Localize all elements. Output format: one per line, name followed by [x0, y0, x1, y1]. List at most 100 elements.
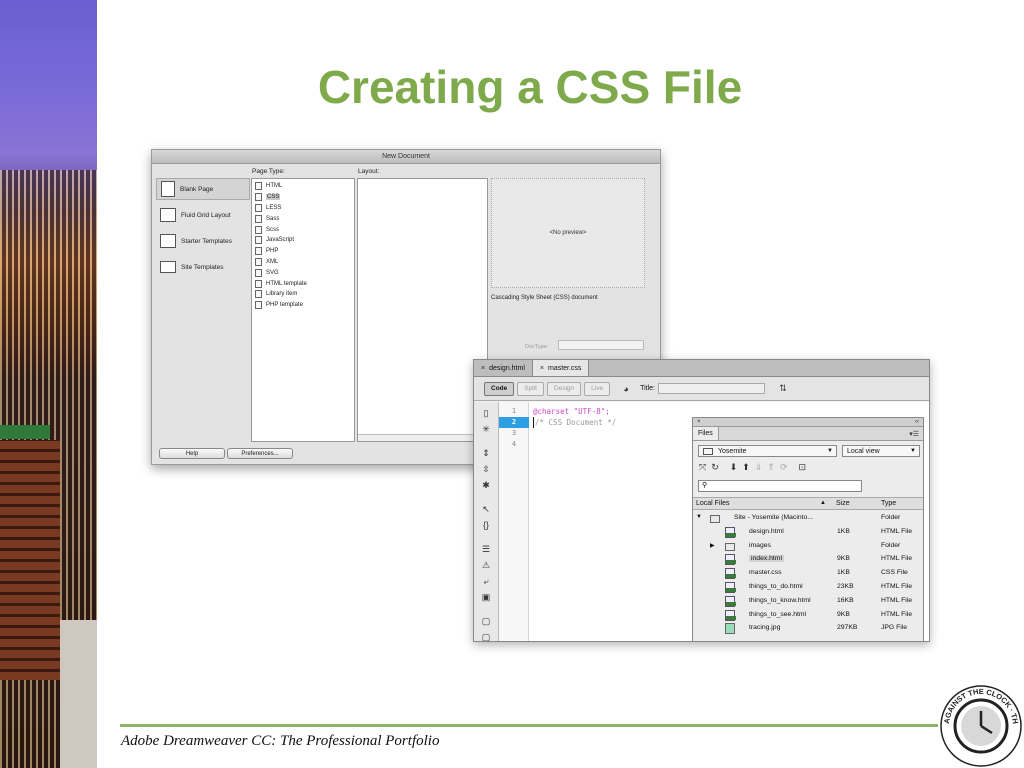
against-the-clock-logo: AGAINST THE CLOCK · THE AUTHORITY IN COM… — [938, 683, 1022, 767]
check-in-icon[interactable]: ⇑ — [767, 462, 775, 473]
preview-browser-icon[interactable]: ◕ — [619, 384, 633, 394]
expand-all-icon[interactable]: ✱ — [480, 480, 492, 491]
category-site-templates[interactable]: Site Templates — [156, 256, 250, 278]
disconnect-icon[interactable]: ⤧ — [699, 462, 706, 473]
close-icon[interactable]: × — [481, 365, 485, 372]
collapse-icon[interactable]: ‹‹ — [915, 418, 919, 426]
file-row[interactable]: design.html 1KB HTML File — [693, 526, 923, 540]
page-type-item[interactable]: HTML — [255, 181, 351, 192]
dreamweaver-file-icon — [725, 582, 736, 593]
page-type-item[interactable]: JavaScript — [255, 235, 351, 246]
live-view-button[interactable]: Live — [584, 381, 611, 396]
file-row[interactable]: ▼ Site - Yosemite (Macinto... Folder — [693, 512, 923, 526]
sort-ascending-icon[interactable]: ▲ — [820, 500, 826, 506]
view-select[interactable]: Local view ▼ — [842, 445, 920, 457]
line-number: 1 — [511, 407, 517, 415]
page-type-item[interactable]: Scss — [255, 224, 351, 235]
file-row[interactable]: things_to_do.html 23KB HTML File — [693, 581, 923, 595]
file-row[interactable]: ▶ images Folder — [693, 540, 923, 554]
design-view-button[interactable]: Design — [546, 381, 582, 396]
layout-label: Layout: — [358, 168, 380, 175]
file-name-text: index.html — [749, 555, 784, 563]
category-fluid-grid-layout[interactable]: Fluid Grid Layout — [156, 204, 250, 226]
panel-menu-icon[interactable]: ▾☰ — [909, 427, 923, 440]
column-type[interactable]: Type — [881, 500, 896, 507]
page-type-item[interactable]: CSS — [255, 192, 351, 203]
column-local-files[interactable]: Local Files — [696, 500, 729, 507]
page-type-label: Scss — [266, 226, 280, 233]
layout-list[interactable] — [357, 178, 488, 442]
site-select[interactable]: Yosemite ▼ — [698, 445, 837, 457]
tab-files[interactable]: Files — [693, 427, 719, 440]
close-icon[interactable]: × — [697, 418, 701, 426]
page-type-item[interactable]: Library item — [255, 289, 351, 300]
file-name: tracing.jpg — [749, 624, 780, 631]
close-icon[interactable]: × — [540, 365, 544, 372]
file-row[interactable]: index.html 9KB HTML File — [693, 553, 923, 567]
balance-braces-icon[interactable]: {} — [480, 520, 492, 531]
slide-title: Creating a CSS File — [317, 61, 743, 113]
page-type-list[interactable]: HTML CSS LESS Sass Scss JavaScript PHP XML SVG HT… — [251, 178, 355, 442]
code-navigator-icon[interactable]: ✳ — [480, 424, 492, 435]
doctype-label: DocType: — [525, 344, 549, 350]
line-numbers-icon[interactable]: ☰ — [480, 544, 492, 555]
syntax-coloring-icon[interactable]: ▣ — [480, 592, 492, 603]
word-wrap-icon[interactable]: ⤶ — [480, 576, 492, 587]
open-documents-icon[interactable]: ▯ — [480, 408, 492, 419]
file-row[interactable]: master.css 1KB CSS File — [693, 567, 923, 581]
dreamweaver-file-icon — [725, 568, 736, 580]
page-type-item[interactable]: XML — [255, 257, 351, 268]
category-label: Fluid Grid Layout — [181, 211, 231, 219]
file-row[interactable]: things_to_see.html 9KB HTML File — [693, 609, 923, 623]
check-out-icon[interactable]: ⇓ — [755, 462, 763, 473]
files-search-input[interactable]: ⚲ — [698, 480, 862, 492]
layout-horizontal-scrollbar[interactable] — [358, 434, 487, 441]
file-name: things_to_do.html — [749, 583, 803, 590]
split-view-button[interactable]: Split — [517, 381, 544, 396]
doctype-select[interactable] — [558, 340, 644, 350]
preferences-button[interactable]: Preferences... — [227, 448, 293, 459]
page-type-item[interactable]: HTML template — [255, 278, 351, 289]
tab-design-html[interactable]: × design.html — [474, 360, 533, 376]
code-view-button[interactable]: Code — [484, 381, 515, 396]
page-type-item[interactable]: SVG — [255, 267, 351, 278]
file-row[interactable]: things_to_know.html 16KB HTML File — [693, 595, 923, 609]
file-size: 1KB — [837, 527, 850, 535]
help-button[interactable]: Help — [159, 448, 225, 459]
page-type-item[interactable]: LESS — [255, 203, 351, 214]
page-type-item[interactable]: PHP template — [255, 300, 351, 311]
file-name: index.html — [749, 555, 784, 563]
remove-comment-icon[interactable]: ▢ — [480, 632, 492, 641]
category-blank-page[interactable]: Blank Page — [156, 178, 250, 200]
blank-page-icon — [161, 181, 175, 197]
refresh-icon[interactable]: ↻ — [711, 462, 719, 473]
document-icon — [255, 257, 262, 266]
document-icon — [255, 182, 262, 191]
highlight-invalid-icon[interactable]: ⚠ — [480, 560, 492, 571]
select-parent-tag-icon[interactable]: ↖ — [480, 504, 492, 515]
expand-panel-icon[interactable]: ⊡ — [798, 462, 806, 473]
document-icon — [255, 290, 262, 299]
file-transfer-icon[interactable]: ⇅ — [776, 383, 790, 394]
collapse-selection-icon[interactable]: ⇳ — [480, 464, 492, 475]
page-type-item[interactable]: Sass — [255, 213, 351, 224]
city-photo-green-roof — [0, 425, 50, 439]
collapsed-triangle-icon[interactable]: ▶ — [710, 542, 715, 549]
get-files-icon[interactable]: ⬇ — [730, 462, 738, 473]
apply-comment-icon[interactable]: ▢ — [480, 616, 492, 627]
file-row[interactable]: tracing.jpg 297KB JPG File — [693, 622, 923, 636]
file-type: HTML File — [881, 596, 913, 604]
files-toolbar: ⤧ ↻ ⬇ ⬆ ⇓ ⇑ ⟳ ⊡ — [699, 462, 806, 473]
column-size[interactable]: Size — [836, 500, 850, 507]
synchronize-icon[interactable]: ⟳ — [780, 462, 788, 473]
expanded-triangle-icon[interactable]: ▼ — [696, 514, 702, 520]
page-type-item[interactable]: PHP — [255, 246, 351, 257]
collapse-tag-icon[interactable]: ⇕ — [480, 448, 492, 459]
city-photo-strip — [0, 0, 97, 768]
put-files-icon[interactable]: ⬆ — [742, 462, 750, 473]
title-input[interactable] — [658, 383, 765, 394]
tab-master-css[interactable]: × master.css — [532, 360, 590, 376]
search-icon: ⚲ — [702, 482, 708, 489]
view-select-value: Local view — [847, 447, 880, 455]
category-starter-templates[interactable]: Starter Templates — [156, 230, 250, 252]
